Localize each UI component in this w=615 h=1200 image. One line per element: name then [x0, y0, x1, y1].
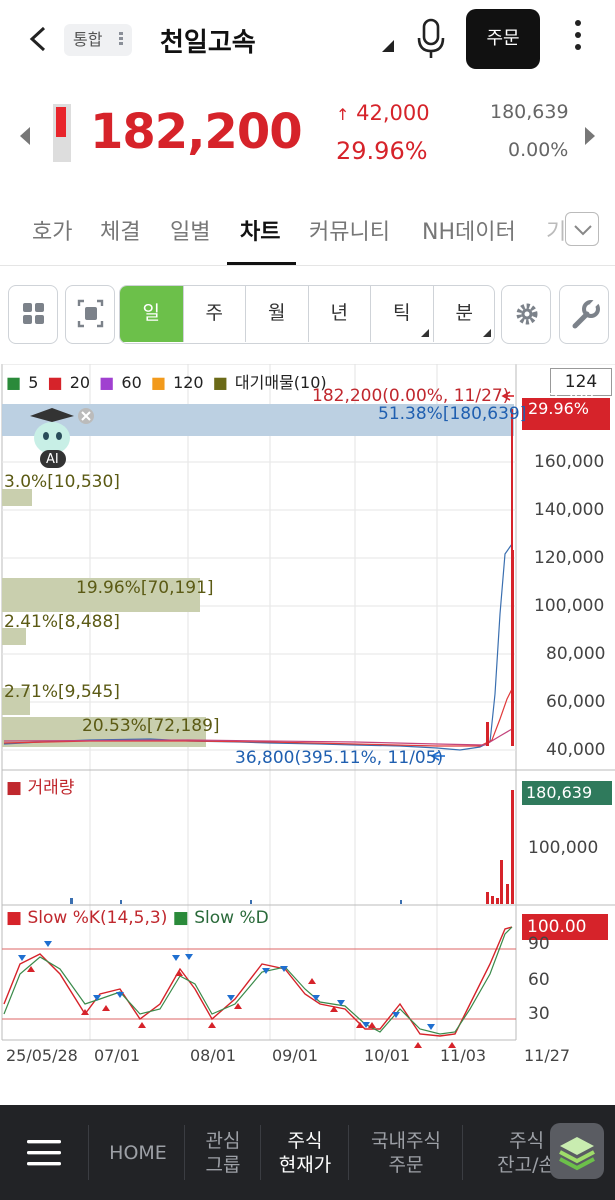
chart-legend: ■ 5 ■ 20 ■ 60 ■ 120 ■ 대기매물(10) — [6, 369, 331, 393]
tab-daily[interactable]: 일별 — [170, 214, 210, 246]
overhang-label: 51.38%[180,639] — [378, 404, 527, 424]
ai-assistant[interactable]: AI — [26, 408, 98, 472]
ai-bot-icon — [30, 408, 94, 468]
volume-tag: 180,639 — [522, 781, 612, 805]
x-tick: 10/01 — [364, 1046, 411, 1065]
nav-domestic-order[interactable]: 국내주식 주문 — [352, 1105, 460, 1200]
market-badge-label: 통합 — [73, 30, 103, 49]
price-change-pct: 29.96% — [336, 137, 428, 165]
market-badge[interactable]: 통합 — [64, 24, 132, 56]
tab-chart[interactable]: 차트 — [240, 214, 280, 246]
volume-tick: 100,000 — [528, 838, 599, 858]
hamburger-icon — [27, 1139, 61, 1165]
capture-button[interactable] — [65, 285, 115, 344]
capture-icon — [77, 299, 104, 328]
overhang-label: 3.0%[10,530] — [4, 472, 120, 492]
nav-balance[interactable]: 주식 잔고/손 — [466, 1105, 556, 1200]
chevron-down-icon — [574, 225, 592, 236]
current-price-tag: 182,200 29.96% — [522, 392, 610, 430]
overhang-label: 19.96%[70,191] — [76, 578, 214, 598]
layers-icon — [559, 1137, 595, 1171]
tab-divider — [0, 265, 615, 266]
back-icon[interactable] — [22, 22, 56, 56]
period-minute[interactable]: 분 — [432, 286, 495, 342]
x-tick: 11/03 — [440, 1046, 487, 1065]
overhang-label: 2.71%[9,545] — [4, 682, 120, 702]
tab-expand-button[interactable] — [565, 212, 599, 246]
top-header: 통합 천일고속 주문 — [0, 0, 615, 82]
stock-name[interactable]: 천일고속 — [160, 22, 256, 59]
x-tick: 07/01 — [94, 1046, 141, 1065]
tab-bar: 호가 체결 일별 차트 커뮤니티 NH데이터 기 — [0, 196, 615, 266]
stoch-tick: 30 — [528, 1004, 550, 1024]
tools-button[interactable] — [559, 285, 609, 344]
y-tick: 40,000 — [546, 740, 606, 760]
period-tick[interactable]: 틱 — [370, 286, 433, 342]
layout-button[interactable] — [8, 285, 58, 344]
tab-community[interactable]: 커뮤니티 — [309, 214, 390, 246]
next-stock-icon[interactable] — [585, 127, 595, 145]
menu-button[interactable] — [0, 1105, 88, 1200]
tab-trades[interactable]: 체결 — [100, 214, 140, 246]
price-change: ↑ 42,000 — [336, 101, 430, 125]
up-arrow-icon: ↑ — [336, 105, 350, 124]
volume-title: ■ 거래량 — [6, 778, 75, 798]
mic-icon[interactable] — [414, 18, 448, 60]
stoch-tick: 90 — [528, 934, 550, 954]
low-annotation: 36,800(395.11%, 11/05) — [235, 748, 444, 768]
period-day[interactable]: 일 — [120, 286, 183, 342]
prev-stock-icon[interactable] — [20, 127, 30, 145]
x-tick: 09/01 — [272, 1046, 319, 1065]
volume-value: 180,639 — [490, 101, 569, 123]
x-tick: 11/27 — [524, 1046, 571, 1065]
volume-pct: 0.00% — [508, 139, 569, 161]
period-month[interactable]: 월 — [245, 286, 308, 342]
high-annotation: 182,200(0.00%, 11/27) — [312, 386, 510, 406]
y-tick: 160,000 — [534, 452, 605, 472]
tab-more[interactable]: 기 — [546, 214, 566, 246]
y-tick: 80,000 — [546, 644, 606, 664]
period-week[interactable]: 주 — [182, 286, 246, 342]
period-year[interactable]: 년 — [307, 286, 371, 342]
legend-ma120[interactable]: ■ 120 — [151, 373, 206, 392]
stoch-legend: ■ Slow %K(14,5,3) ■ Slow %D — [6, 908, 269, 928]
gear-icon — [516, 303, 538, 325]
y-tick: 100,000 — [534, 596, 605, 616]
stoch-k-line — [3, 926, 513, 1037]
legend-ma20[interactable]: ■ 20 — [48, 373, 93, 392]
x-tick: 08/01 — [190, 1046, 237, 1065]
app-root: 통합 천일고속 주문 182,200 ↑ 42,000 29.96% 180,6… — [0, 0, 615, 1200]
legend-ma60[interactable]: ■ 60 — [99, 373, 144, 392]
order-button[interactable]: 주문 — [466, 9, 540, 69]
drag-handle-icon — [119, 32, 123, 47]
y-tick: 120,000 — [534, 548, 605, 568]
price-range-bar — [53, 104, 71, 162]
last-candle — [511, 550, 514, 746]
bottom-nav: HOME 관심 그룹 주식 현재가 국내주식 주문 주식 잔고/손 — [0, 1105, 615, 1200]
settings-button[interactable] — [501, 285, 551, 344]
x-tick: 25/05/28 — [6, 1046, 78, 1065]
wrench-icon — [572, 298, 600, 329]
overhang-label: 20.53%[72,189] — [82, 716, 220, 736]
stoch-tick: 60 — [528, 970, 550, 990]
nav-stock-price[interactable]: 주식 현재가 — [262, 1105, 348, 1200]
period-selector: 일 주 월 년 틱 분 — [119, 285, 495, 344]
y-tick: 140,000 — [534, 500, 605, 520]
tab-hoga[interactable]: 호가 — [32, 214, 72, 246]
y-tick: 60,000 — [546, 692, 606, 712]
grid-icon — [23, 303, 44, 324]
overhang-label: 2.41%[8,488] — [4, 612, 120, 632]
stock-select-icon[interactable] — [382, 40, 394, 52]
more-icon[interactable] — [568, 20, 588, 58]
current-price: 182,200 — [90, 104, 303, 160]
nav-home[interactable]: HOME — [92, 1105, 184, 1200]
legend-ma5[interactable]: ■ 5 — [6, 373, 40, 392]
layers-button[interactable] — [550, 1123, 604, 1179]
nav-watchlist[interactable]: 관심 그룹 — [186, 1105, 260, 1200]
tab-nh-data[interactable]: NH데이터 — [422, 214, 516, 246]
ai-label: AI — [46, 452, 59, 467]
